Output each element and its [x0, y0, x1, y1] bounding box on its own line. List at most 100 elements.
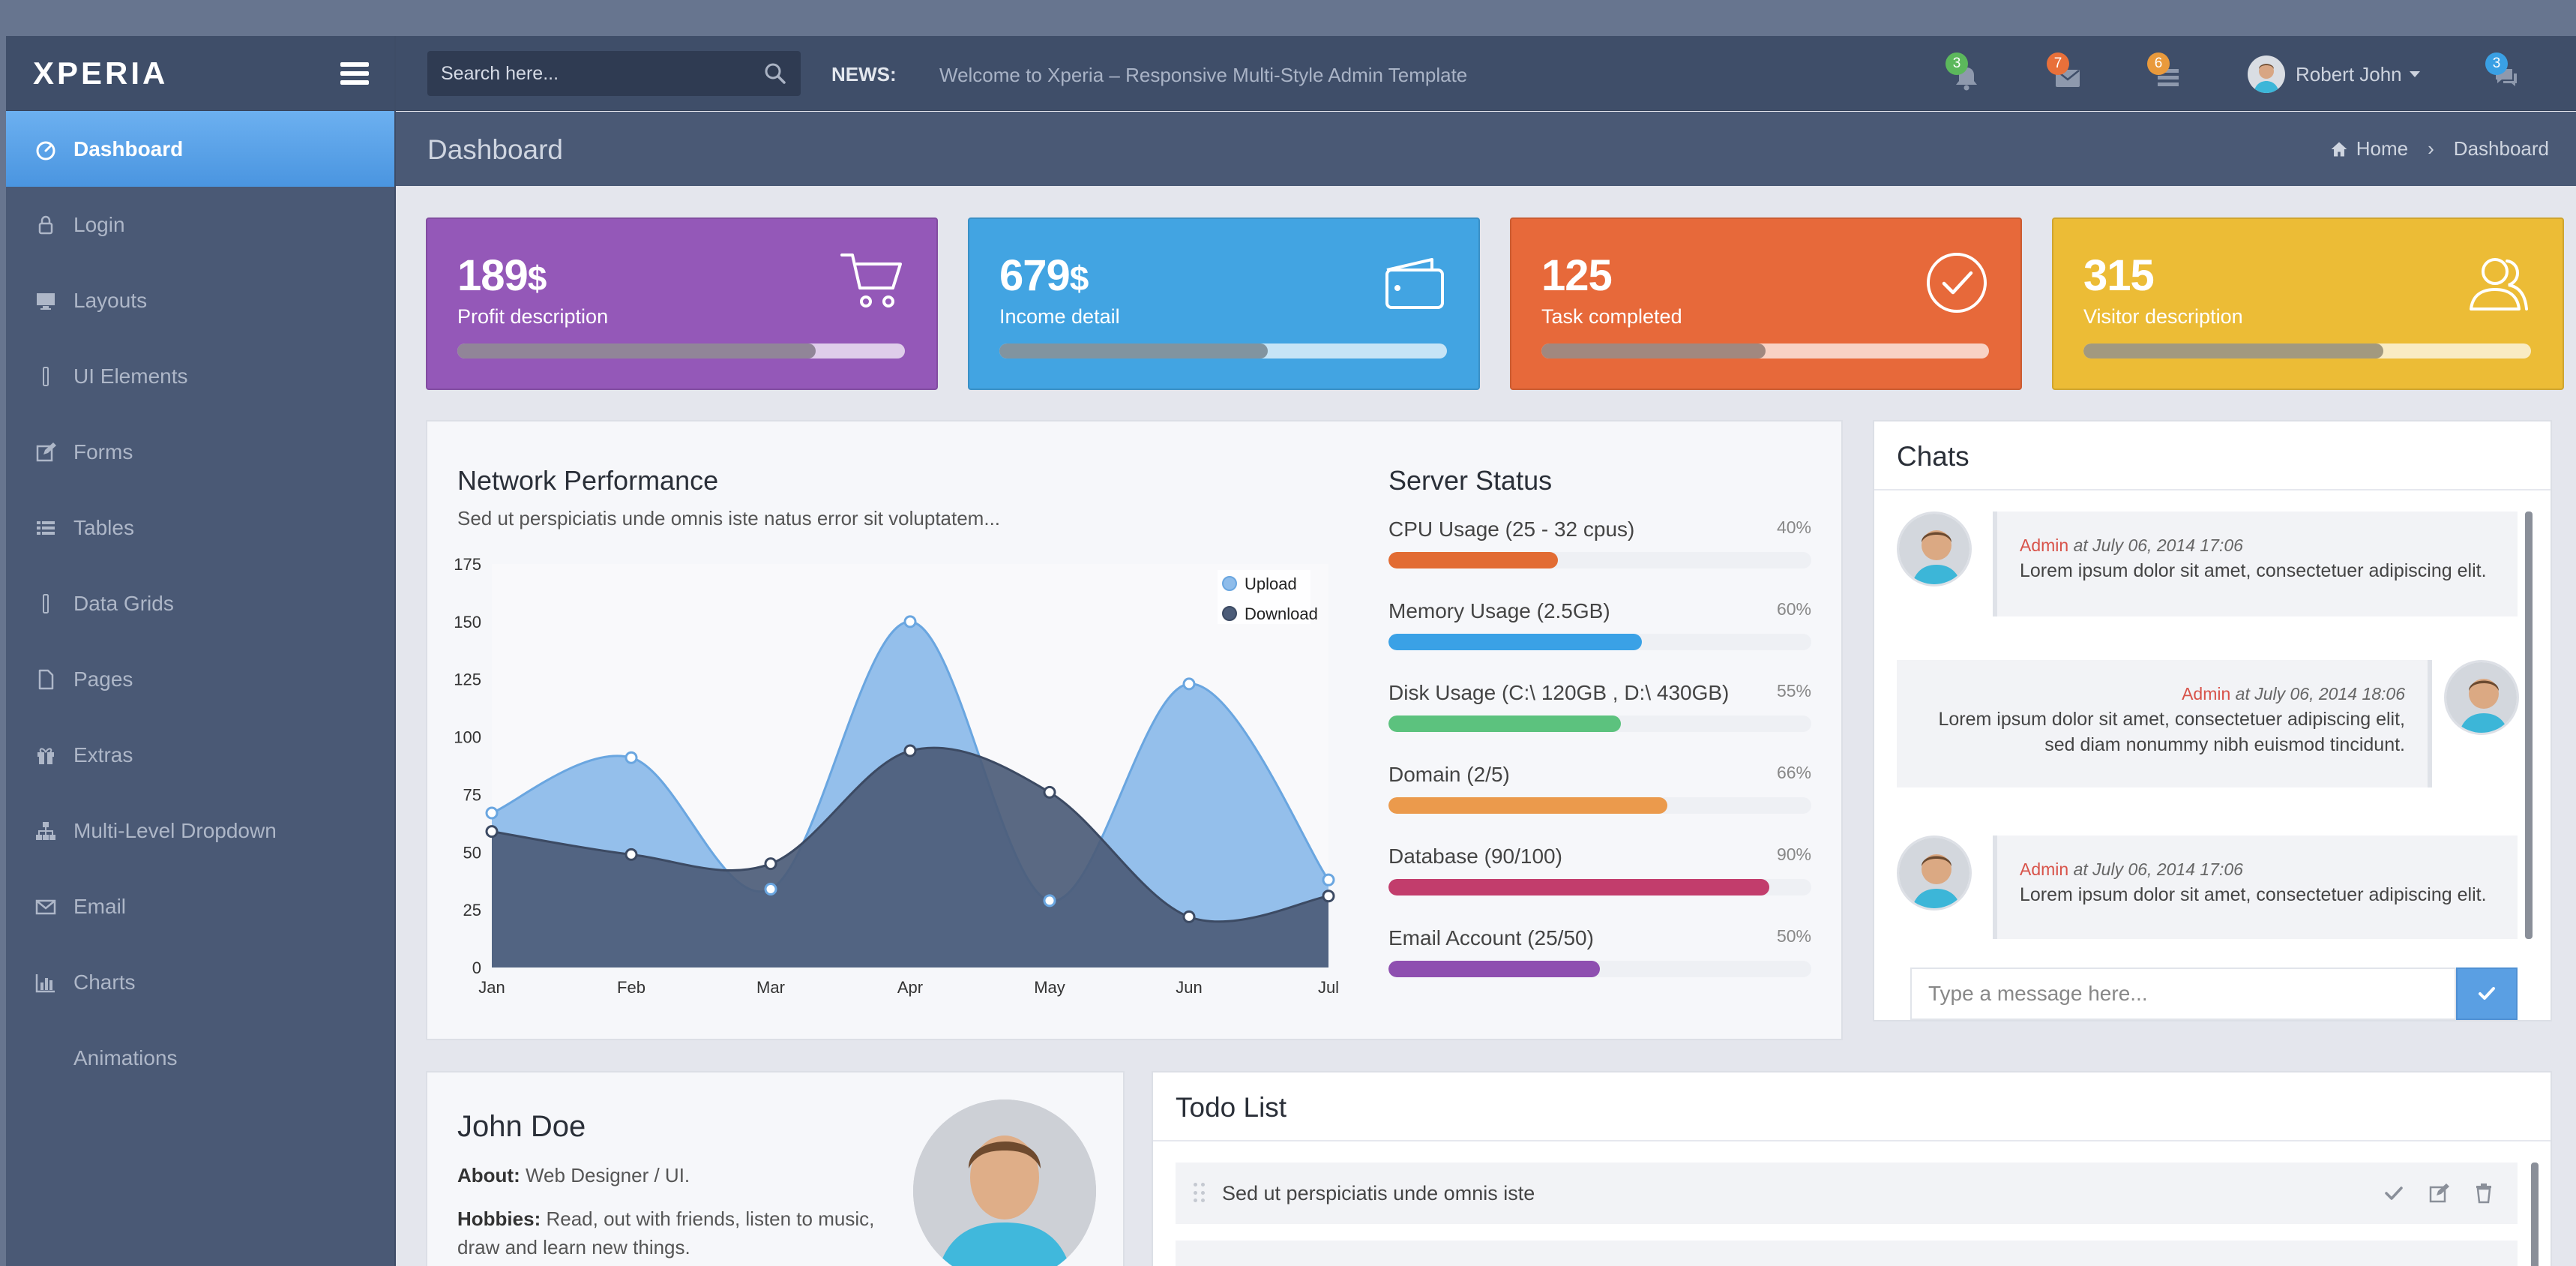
check-icon[interactable] — [2383, 1182, 2405, 1204]
search-icon[interactable] — [763, 62, 787, 86]
todo-scrollbar[interactable] — [2531, 1162, 2539, 1266]
chat-message: Admin at July 06, 2014 17:06 Lorem ipsum… — [1897, 512, 2525, 632]
sidebar-item-label: Data Grids — [73, 591, 174, 615]
stat-card-income[interactable]: 679$ Income detail — [968, 218, 1480, 390]
sidebar-item-multi-level-dropdown[interactable]: Multi-Level Dropdown — [6, 793, 394, 868]
chat-author[interactable]: Admin — [2020, 860, 2068, 879]
chat-message: Admin at July 06, 2014 18:06 Lorem ipsum… — [1897, 660, 2525, 788]
chat-author[interactable]: Admin — [2182, 684, 2230, 704]
x-tick-label: Jun — [1176, 978, 1202, 997]
messages-button[interactable]: 7 — [2047, 52, 2083, 90]
chat-scrollbar[interactable] — [2525, 512, 2533, 939]
x-tick-label: Feb — [617, 978, 645, 997]
drag-handle-icon[interactable] — [1194, 1183, 1206, 1204]
send-message-button[interactable] — [2456, 968, 2518, 1020]
server-progress-bar — [1388, 879, 1811, 896]
server-progress-fill — [1388, 552, 1558, 568]
data-point-upload — [1043, 894, 1056, 908]
user-avatar — [2248, 56, 2285, 93]
sidebar-item-animations[interactable]: Animations — [6, 1020, 394, 1096]
sidebar-item-label: Multi-Level Dropdown — [73, 818, 277, 842]
server-status-row: Database (90/100) 90% — [1388, 844, 1811, 896]
server-metric-percent: 50% — [1776, 926, 1811, 946]
edit-icon[interactable] — [2428, 1182, 2450, 1204]
chat-text: Lorem ipsum dolor sit amet, consectetuer… — [2020, 884, 2487, 905]
app-window: XPERIA Dashboard Login Layouts UI Elements F… — [6, 36, 2576, 1266]
y-tick-label: 100 — [454, 728, 481, 747]
sidebar-item-label: Layouts — [73, 288, 148, 312]
server-progress-fill — [1388, 961, 1600, 977]
stat-card-visitors[interactable]: 315 Visitor description — [2052, 218, 2564, 390]
sidebar-item-pages[interactable]: Pages — [6, 641, 394, 717]
sidebar-item-data-grids[interactable]: Data Grids — [6, 566, 394, 641]
server-metric-label: CPU Usage (25 - 32 cpus) — [1388, 518, 1635, 541]
logo: XPERIA — [33, 55, 169, 91]
sidebar-item-label: Pages — [73, 667, 133, 691]
gift-icon — [30, 743, 61, 767]
topbar: NEWS: Welcome to Xperia – Responsive Mul… — [396, 36, 2576, 111]
server-progress-fill — [1388, 634, 1643, 650]
sidebar-item-login[interactable]: Login — [6, 187, 394, 262]
sidebar-item-charts[interactable]: Charts — [6, 944, 394, 1020]
server-metric-label: Database (90/100) — [1388, 844, 1562, 868]
network-panel: Network Performance Sed ut perspiciatis … — [426, 420, 1843, 1040]
todo-item[interactable] — [1176, 1240, 2518, 1266]
x-tick-label: Apr — [897, 978, 923, 997]
sidebar-item-extras[interactable]: Extras — [6, 717, 394, 793]
sidebar-item-forms[interactable]: Forms — [6, 414, 394, 490]
news-ticker[interactable]: Welcome to Xperia – Responsive Multi-Sty… — [939, 64, 1467, 87]
chat-time: at July 06, 2014 17:06 — [2073, 860, 2243, 879]
stat-progress-fill — [999, 344, 1269, 358]
sidebar-item-label: Forms — [73, 440, 133, 464]
chat-bubble: Admin at July 06, 2014 17:06 Lorem ipsum… — [1993, 512, 2518, 616]
sidebar-nav: Dashboard Login Layouts UI Elements Forms Tab… — [6, 111, 394, 1096]
search-box — [427, 51, 801, 96]
breadcrumb: Home › Dashboard — [2329, 137, 2549, 160]
legend-swatch — [1222, 606, 1237, 621]
server-progress-fill — [1388, 797, 1668, 814]
menu-toggle-icon[interactable] — [340, 62, 369, 85]
chat-author[interactable]: Admin — [2020, 536, 2068, 555]
notifications-button[interactable]: 3 — [1945, 52, 1981, 91]
chat-message-input[interactable] — [1928, 982, 2438, 1006]
chat-button[interactable]: 3 — [2485, 52, 2521, 90]
todo-title: Todo List — [1153, 1072, 2551, 1142]
bar-chart-icon — [30, 970, 61, 994]
stat-card-tasks[interactable]: 125 Task completed — [1510, 218, 2022, 390]
legend-label: Download — [1245, 604, 1318, 623]
x-tick-label: May — [1034, 978, 1065, 997]
sidebar-item-tables[interactable]: Tables — [6, 490, 394, 566]
stat-progress-fill — [1541, 344, 1766, 358]
profile-about: About: Web Designer / UI. — [457, 1164, 690, 1186]
tasks-button[interactable]: 6 — [2147, 52, 2183, 90]
trash-icon[interactable] — [2473, 1182, 2495, 1204]
chat-text: Lorem ipsum dolor sit amet, consectetuer… — [2020, 560, 2487, 581]
data-point-download — [485, 825, 499, 838]
todo-panel: Todo List Sed ut perspiciatis unde omnis… — [1152, 1071, 2552, 1266]
sidebar-item-ui-elements[interactable]: UI Elements — [6, 338, 394, 414]
x-tick-label: Jul — [1318, 978, 1339, 997]
chat-avatar — [2444, 660, 2519, 735]
server-metric-label: Email Account (25/50) — [1388, 926, 1594, 950]
logo-bar: XPERIA — [6, 36, 394, 111]
todo-item[interactable]: Sed ut perspiciatis unde omnis iste — [1176, 1162, 2518, 1224]
sidebar-item-layouts[interactable]: Layouts — [6, 262, 394, 338]
chat-avatar — [1897, 836, 1972, 910]
data-point-upload — [485, 806, 499, 820]
sidebar-item-label: Tables — [73, 515, 134, 539]
sidebar-item-dashboard[interactable]: Dashboard — [6, 111, 394, 187]
chats-title: Chats — [1874, 422, 2551, 490]
user-menu[interactable]: Robert John — [2248, 56, 2420, 93]
task-count-badge: 6 — [2147, 52, 2170, 75]
server-status-title: Server Status — [1388, 465, 1553, 496]
check-icon — [2479, 987, 2495, 1000]
page-header: Dashboard Home › Dashboard — [396, 112, 2576, 186]
monitor-icon — [30, 289, 61, 313]
dashboard-icon — [30, 137, 61, 161]
sidebar-item-email[interactable]: Email — [6, 868, 394, 944]
stat-card-profit[interactable]: 189$ Profit description — [426, 218, 938, 390]
breadcrumb-home-link[interactable]: Home — [2356, 137, 2408, 160]
y-tick-label: 125 — [454, 670, 481, 689]
search-input[interactable] — [441, 62, 763, 85]
data-point-download — [1322, 890, 1335, 903]
